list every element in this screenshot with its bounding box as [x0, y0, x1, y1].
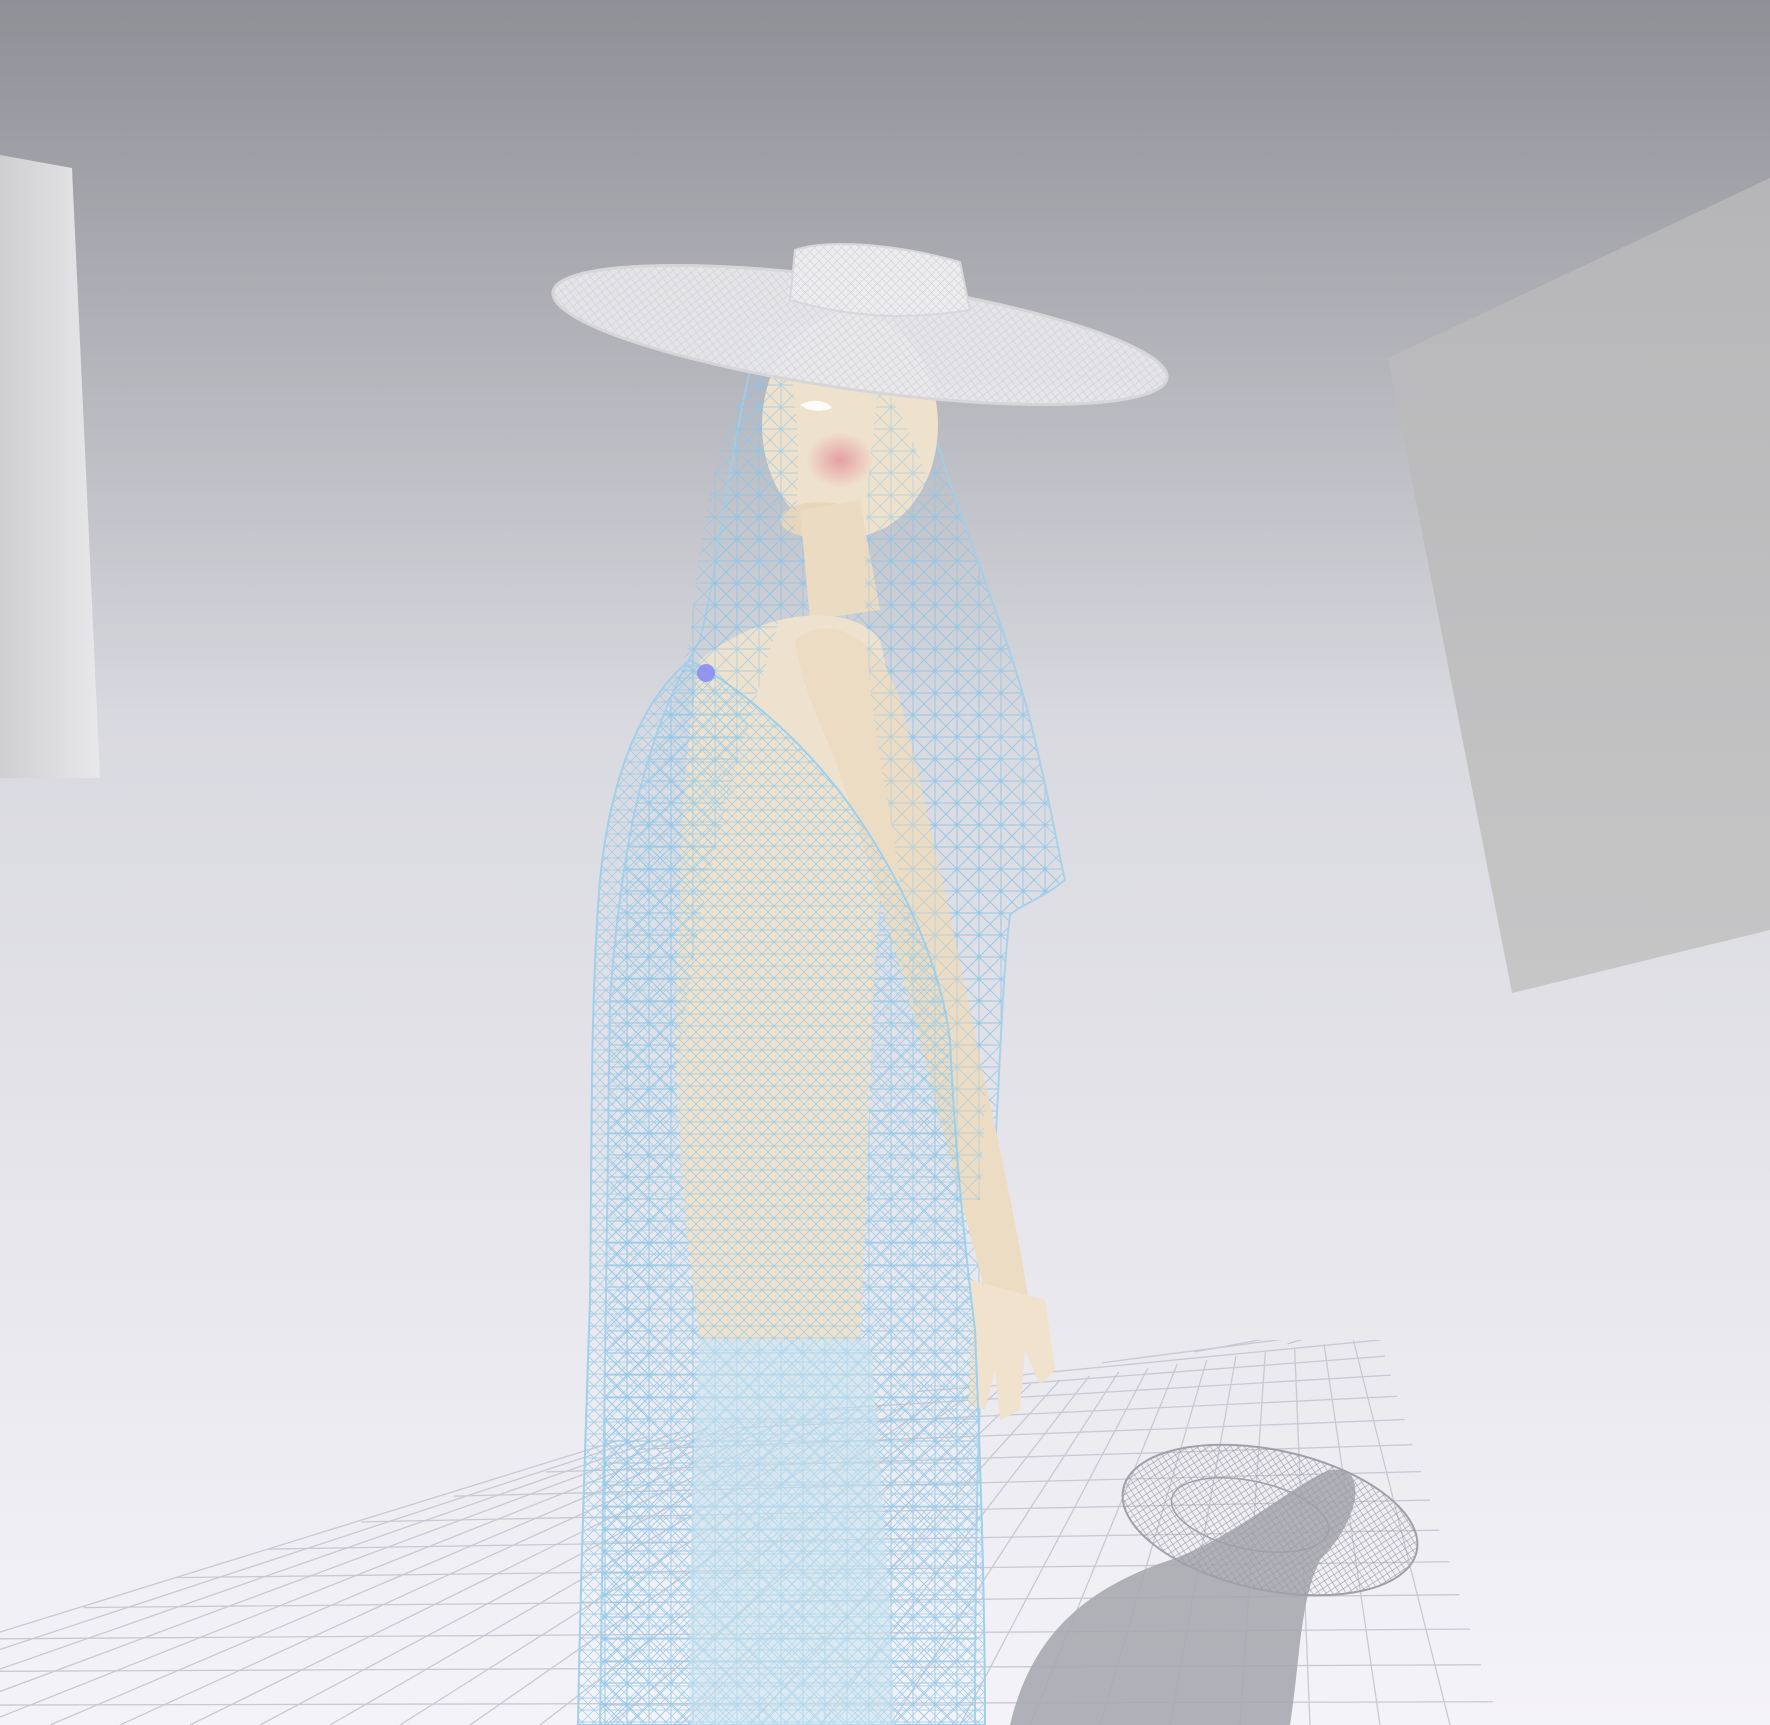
scene-canvas[interactable]: [0, 0, 1770, 1725]
3d-viewport[interactable]: [0, 0, 1770, 1725]
dress-fill: [689, 1340, 895, 1725]
selection-marker[interactable]: [697, 664, 715, 682]
